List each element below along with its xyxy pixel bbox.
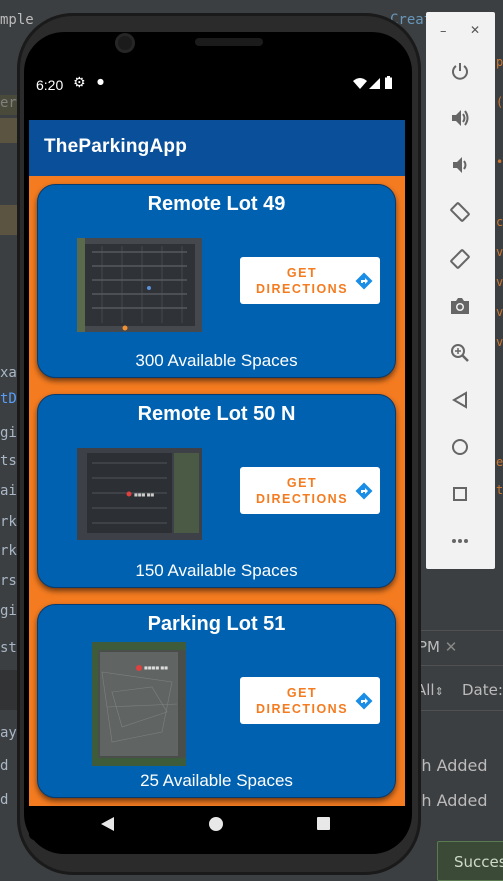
ide-gutter-mark: • (496, 155, 503, 169)
cell-signal-icon (369, 78, 380, 89)
settings-gear-icon: ⚙ (73, 75, 86, 91)
rotate-right-icon[interactable] (447, 246, 473, 272)
ide-gutter-mark: v (496, 245, 503, 259)
ide-gutter-mark: t (496, 483, 503, 497)
build-toast: Succes (437, 841, 503, 881)
ide-gutter-mark: e (496, 455, 503, 469)
ide-gutter-mark: ( (496, 95, 503, 109)
status-bar: 6:20 ⚙ ● (29, 62, 405, 120)
ide-fragment: rs (0, 573, 17, 589)
ide-gutter-highlight (0, 118, 17, 143)
ide-fragment: gi (0, 603, 17, 619)
ide-fragment: gi (0, 425, 17, 441)
front-camera (118, 36, 132, 50)
wifi-icon (353, 78, 367, 89)
directions-icon (355, 482, 373, 500)
up-down-arrow-icon: ⇕ (434, 685, 444, 698)
parking-lot-card: Parking Lot 51 ■■■■ ■■ GET DIRECTIONS 25… (37, 604, 396, 798)
ide-log-panel (410, 570, 503, 879)
nav-back-icon[interactable] (101, 817, 114, 831)
app-title: TheParkingApp (44, 136, 188, 157)
ide-fragment: rk (0, 514, 17, 530)
volume-up-icon[interactable] (447, 105, 473, 131)
more-icon[interactable] (447, 528, 473, 554)
ide-tab-fragment: mple (0, 12, 34, 28)
parking-lot-card: Remote Lot 49 GET DIRECTIONS 300 Availab… (37, 184, 396, 378)
ide-divider (410, 710, 503, 711)
nav-home-icon[interactable] (209, 817, 223, 831)
ide-fragment: d (0, 758, 9, 774)
close-icon[interactable]: ✕ (445, 638, 458, 656)
navigation-bar (29, 806, 405, 840)
app-bar: TheParkingApp (29, 120, 405, 176)
ide-gutter-highlight (0, 205, 17, 235)
lot-title: Remote Lot 49 (147, 193, 286, 215)
get-directions-button[interactable]: GET DIRECTIONS (240, 467, 380, 514)
ide-fragment: xa (0, 365, 17, 381)
svg-text:■■■ ■■: ■■■ ■■ (134, 492, 154, 497)
svg-text:■■■■ ■■: ■■■■ ■■ (144, 665, 168, 670)
home-icon[interactable] (447, 434, 473, 460)
ide-divider (0, 670, 17, 710)
ide-fragment: tD (0, 391, 17, 407)
minimize-icon[interactable]: – (440, 24, 447, 39)
lot-title: Remote Lot 50 N (137, 403, 296, 425)
get-directions-label: GET DIRECTIONS (255, 476, 349, 506)
back-icon[interactable] (447, 387, 473, 413)
zoom-icon[interactable] (447, 340, 473, 366)
ide-fragment: d (0, 792, 9, 808)
log-row: sh Added (413, 756, 488, 775)
rotate-left-icon[interactable] (447, 199, 473, 225)
get-directions-button[interactable]: GET DIRECTIONS (240, 677, 380, 724)
power-icon[interactable] (447, 58, 473, 84)
ide-gutter-mark: c (496, 215, 503, 229)
lot-map-thumbnail: ■■■ ■■ (77, 448, 202, 540)
lot-title: Parking Lot 51 (147, 613, 286, 635)
directions-icon (355, 272, 373, 290)
ide-gutter-mark: v (496, 275, 503, 289)
overview-icon[interactable] (447, 481, 473, 507)
parking-lot-card: Remote Lot 50 N ■■■ ■■ GET DIRECTIONS 15… (37, 394, 396, 588)
camera-icon[interactable] (447, 293, 473, 319)
nav-overview-icon[interactable] (317, 817, 330, 830)
close-icon[interactable]: ✕ (470, 23, 480, 37)
lot-map-thumbnail (77, 238, 202, 332)
ide-gutter-mark: v (496, 305, 503, 319)
log-row: sh Added (413, 791, 488, 810)
log-date-label: Date: (462, 681, 503, 699)
ide-fragment: ay (0, 725, 17, 741)
get-directions-label: GET DIRECTIONS (255, 686, 349, 716)
battery-icon (385, 76, 392, 89)
directions-icon (355, 692, 373, 710)
ide-fragment: er (0, 95, 17, 111)
lot-map-thumbnail: ■■■■ ■■ (92, 642, 186, 766)
ide-fragment: p (496, 55, 503, 69)
status-time: 6:20 (36, 77, 64, 93)
get-directions-button[interactable]: GET DIRECTIONS (240, 257, 380, 304)
available-spaces: 300 Available Spaces (135, 351, 298, 370)
emulator-toolbar: – ✕ (426, 12, 495, 569)
ide-divider (410, 665, 503, 666)
ide-log-tab[interactable]: PM ✕ (418, 638, 457, 656)
build-toast-text: Succes (454, 853, 503, 871)
ide-gutter-mark: v (496, 335, 503, 349)
volume-down-icon[interactable] (447, 152, 473, 178)
available-spaces: 25 Available Spaces (140, 771, 293, 790)
notification-dot-icon: ● (97, 77, 104, 86)
parking-lot-list[interactable]: Remote Lot 49 GET DIRECTIONS 300 Availab… (29, 176, 405, 806)
get-directions-label: GET DIRECTIONS (255, 266, 349, 296)
ide-divider (410, 630, 503, 631)
available-spaces: 150 Available Spaces (135, 561, 298, 580)
ide-fragment: rk (0, 543, 17, 559)
earpiece-speaker (195, 38, 263, 46)
phone-screen: 6:20 ⚙ ● TheParkingApp Remote Lot 49 GET… (29, 62, 405, 840)
